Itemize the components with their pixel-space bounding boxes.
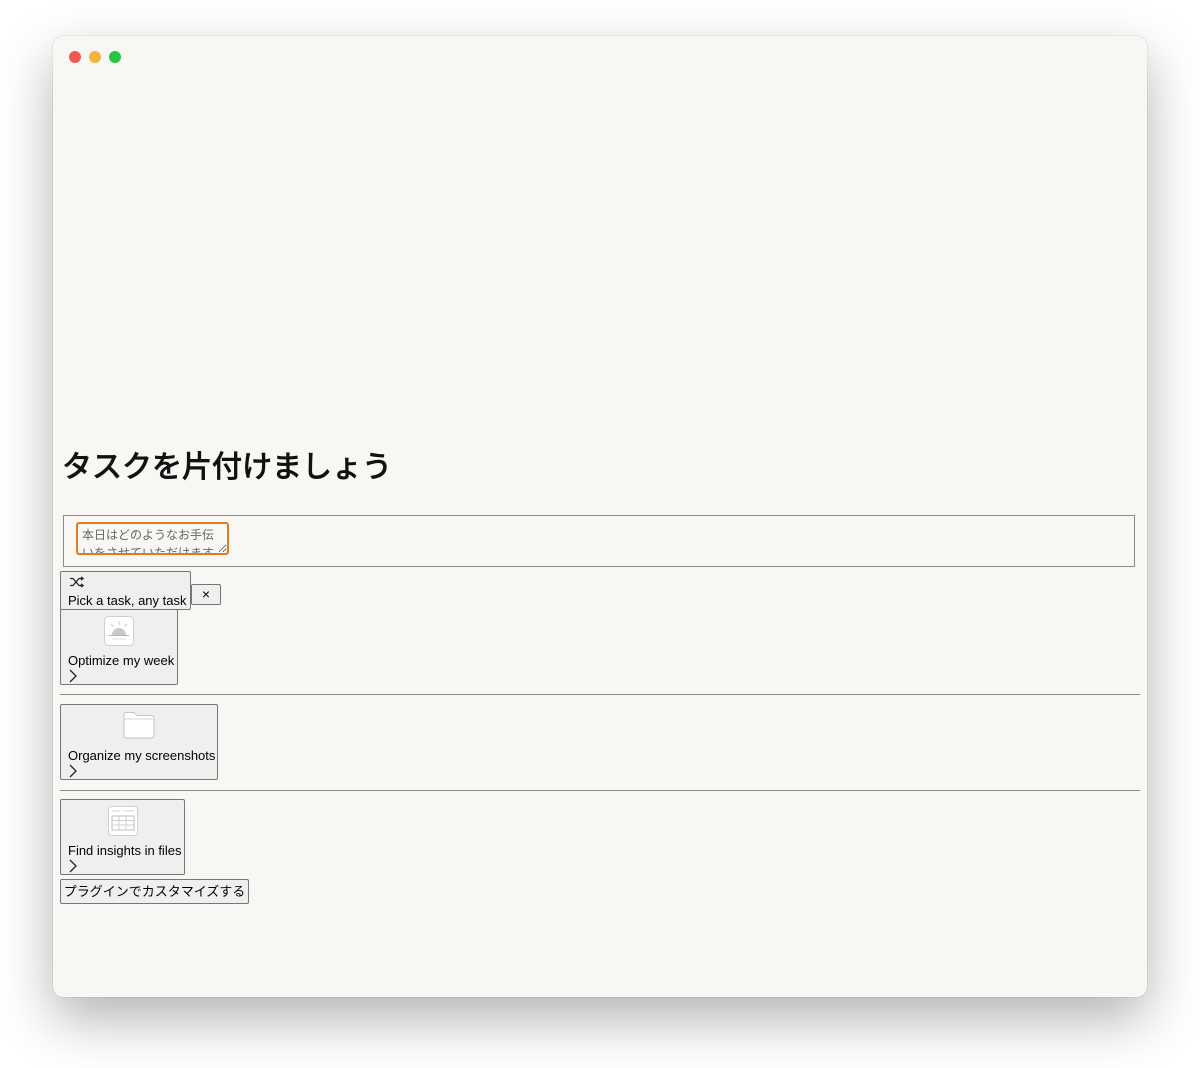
pick-a-task-label: Pick a task, any task (68, 593, 187, 608)
window-controls (69, 51, 121, 63)
folder-icon (123, 711, 155, 742)
suggestion-card-label: Organize my screenshots (68, 748, 216, 763)
prompt-input[interactable] (76, 522, 229, 555)
chevron-right-icon (69, 859, 77, 876)
suggestion-card-label: Optimize my week (68, 653, 175, 668)
sunrise-icon (104, 616, 134, 649)
pick-a-task-button[interactable]: Pick a task, any task (60, 571, 191, 610)
app-window: タスクを片付けましょう Pick a task, any task × (53, 36, 1147, 997)
customize-plugins-button[interactable]: プラグインでカスタマイズする (60, 879, 249, 904)
composer-box (63, 515, 1135, 567)
minimize-window-button[interactable] (89, 51, 101, 63)
page-title: タスクを片付けましょう (62, 450, 392, 485)
chevron-right-icon (69, 669, 77, 686)
divider (60, 790, 1140, 791)
shuffle-icon (69, 576, 85, 591)
close-window-button[interactable] (69, 51, 81, 63)
suggestion-card-find-insights[interactable]: Find insights in files (60, 799, 185, 875)
dismiss-suggestions-button[interactable]: × (191, 584, 221, 605)
suggestion-card-label: Find insights in files (68, 843, 182, 858)
maximize-window-button[interactable] (109, 51, 121, 63)
suggestion-card-optimize-week[interactable]: Optimize my week (60, 609, 178, 685)
suggestion-card-organize-screenshots[interactable]: Organize my screenshots (60, 704, 218, 780)
spreadsheet-icon (107, 806, 138, 839)
chevron-right-icon (69, 764, 77, 781)
divider (60, 694, 1140, 695)
